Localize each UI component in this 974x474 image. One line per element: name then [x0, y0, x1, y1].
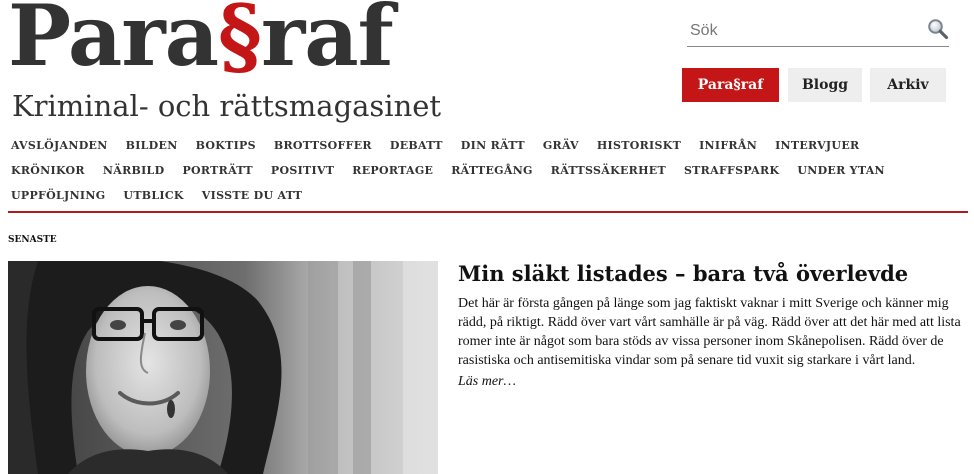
logo-text-raf: raf [260, 0, 394, 85]
logo-text-para: Para [8, 0, 219, 85]
search-input[interactable] [690, 22, 915, 40]
site-logo[interactable]: Para§raf [8, 0, 394, 78]
nav-item-reportage[interactable]: REPORTAGE [352, 158, 433, 183]
header-divider [8, 211, 968, 213]
site-tagline: Kriminal- och rättsmagasinet [12, 89, 442, 123]
nav-item-inifran[interactable]: INIFRÅN [699, 133, 757, 158]
nav-item-debatt[interactable]: DEBATT [390, 133, 443, 158]
nav-item-utblick[interactable]: UTBLICK [123, 183, 183, 208]
nav-item-under-ytan[interactable]: UNDER YTAN [797, 158, 885, 183]
nav-item-kronikor[interactable]: KRÖNIKOR [11, 158, 85, 183]
search-box[interactable] [687, 16, 949, 47]
search-icon[interactable] [927, 18, 949, 40]
category-nav: AVSLÖJANDEN BILDEN BOKTIPS BROTTSOFFER D… [11, 133, 961, 208]
paragraph-mark: § [218, 0, 262, 85]
nav-item-rattegang[interactable]: RÄTTEGÅNG [451, 158, 533, 183]
article-photo[interactable] [8, 261, 438, 474]
nav-item-historiskt[interactable]: HISTORISKT [597, 133, 681, 158]
nav-item-avslojanden[interactable]: AVSLÖJANDEN [11, 133, 108, 158]
nav-item-intervjuer[interactable]: INTERVJUER [775, 133, 859, 158]
nav-item-bilden[interactable]: BILDEN [126, 133, 178, 158]
nav-item-boktips[interactable]: BOKTIPS [196, 133, 256, 158]
nav-item-din-ratt[interactable]: DIN RÄTT [461, 133, 525, 158]
nav-item-positivt[interactable]: POSITIVT [271, 158, 334, 183]
arkiv-button[interactable]: Arkiv [870, 68, 946, 102]
paragraf-button[interactable]: Para§raf [682, 68, 779, 102]
nav-item-brottsoffer[interactable]: BROTTSOFFER [274, 133, 372, 158]
portrait-image [8, 261, 438, 474]
nav-item-uppfoljning[interactable]: UPPFÖLJNING [11, 183, 105, 208]
read-more-link[interactable]: Läs mer… [458, 374, 516, 390]
article-title-link[interactable]: Min släkt listades – bara två överlevde [458, 260, 958, 288]
nav-item-narbild[interactable]: NÄRBILD [103, 158, 165, 183]
nav-item-portratt[interactable]: PORTRÄTT [182, 158, 252, 183]
nav-item-rattssakerhet[interactable]: RÄTTSSÄKERHET [551, 158, 666, 183]
nav-item-straffspark[interactable]: STRAFFSPARK [684, 158, 779, 183]
nav-item-grav[interactable]: GRÄV [543, 133, 579, 158]
nav-item-visste-du-att[interactable]: VISSTE DU ATT [202, 183, 303, 208]
article-excerpt: Det här är första gången på länge som ja… [458, 296, 961, 368]
blogg-button[interactable]: Blogg [788, 68, 862, 102]
section-label-senaste: SENASTE [8, 235, 57, 245]
